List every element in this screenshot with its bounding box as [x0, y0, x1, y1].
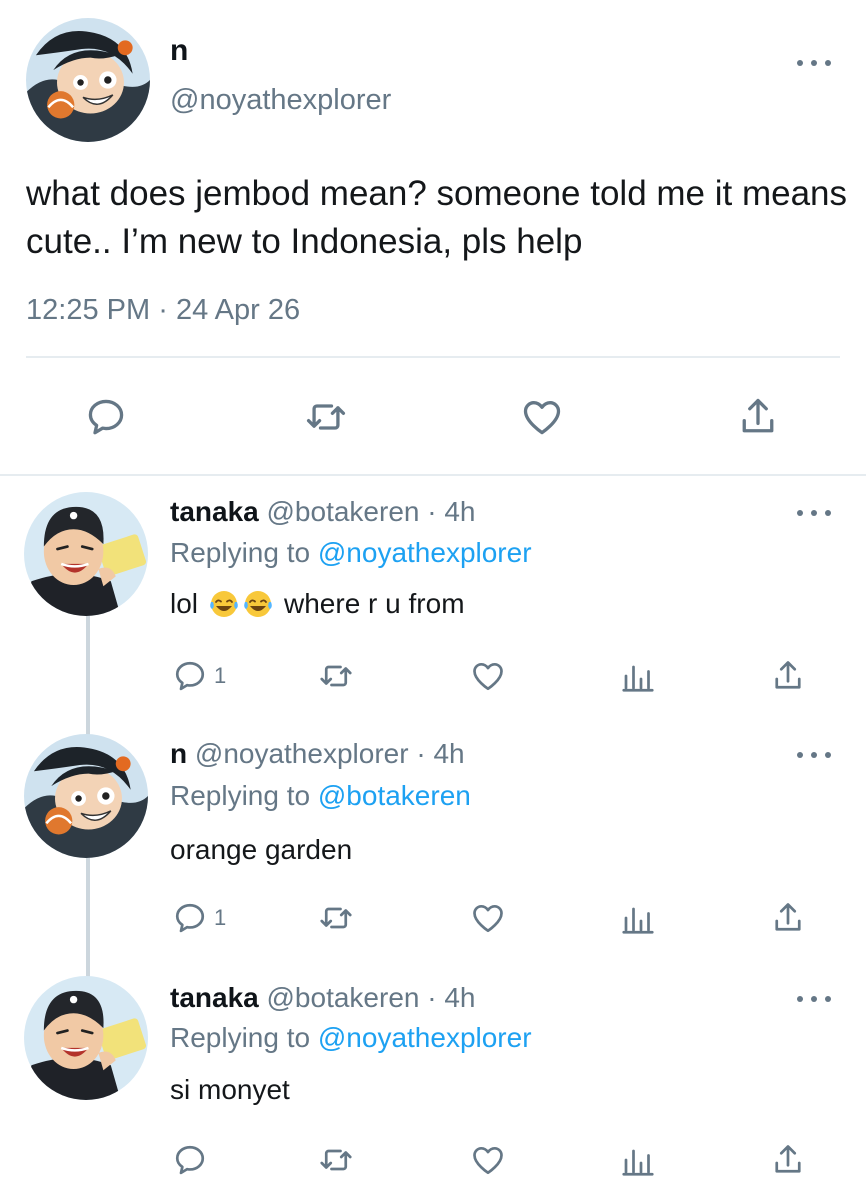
tweet-time: 12:25 PM	[26, 294, 151, 326]
reply-button[interactable]	[78, 392, 134, 442]
share-button[interactable]	[730, 392, 786, 442]
display-name[interactable]: n	[170, 738, 187, 769]
meta-separator: ·	[427, 496, 437, 527]
main-avatar[interactable]	[26, 18, 150, 142]
display-name[interactable]: tanaka	[170, 496, 259, 527]
face-with-tears-of-joy-icon	[208, 588, 240, 620]
like-icon	[470, 658, 506, 694]
share-button[interactable]	[770, 1140, 806, 1180]
replying-to: Replying to @noyathexplorer	[170, 1022, 532, 1054]
retweet-icon	[318, 658, 354, 694]
share-icon	[770, 1142, 806, 1178]
analytics-button[interactable]	[620, 1140, 656, 1180]
tweet-timestamp: 12:25 PM · 24 Apr 26	[26, 294, 300, 327]
more-options-icon[interactable]	[797, 992, 831, 1006]
retweet-button[interactable]	[318, 656, 354, 696]
display-name[interactable]: tanaka	[170, 982, 259, 1013]
reply-count: 1	[214, 663, 227, 688]
replying-to-label: Replying to	[170, 537, 318, 568]
reply-count: 1	[214, 905, 227, 930]
reply-icon	[84, 395, 128, 439]
like-icon	[470, 900, 506, 936]
tweet-date: 24 Apr 26	[175, 294, 301, 326]
analytics-icon	[620, 900, 656, 936]
reply-header: tanaka @botakeren · 4h	[170, 982, 476, 1014]
reply-button[interactable]: 1	[172, 656, 226, 696]
like-button[interactable]	[470, 898, 506, 938]
user-handle[interactable]: @botakeren	[267, 496, 420, 527]
meta-separator: ·	[158, 294, 168, 326]
share-button[interactable]	[770, 656, 806, 696]
meta-separator: ·	[416, 738, 426, 769]
reply-avatar[interactable]	[24, 734, 148, 858]
reply-text: si monyet	[170, 1074, 290, 1105]
more-options-icon[interactable]	[797, 56, 831, 70]
reply-icon	[172, 1142, 208, 1178]
more-options-icon[interactable]	[797, 506, 831, 520]
replying-to: Replying to @botakeren	[170, 780, 471, 812]
retweet-icon	[318, 900, 354, 936]
reply-age: 4h	[444, 982, 476, 1013]
analytics-button[interactable]	[620, 898, 656, 938]
divider	[26, 356, 840, 358]
like-icon	[470, 1142, 506, 1178]
reply-avatar[interactable]	[24, 976, 148, 1100]
analytics-icon	[620, 658, 656, 694]
reply-age: 4h	[433, 738, 465, 769]
face-with-tears-of-joy-icon	[242, 588, 274, 620]
reply-header: tanaka @botakeren · 4h	[170, 496, 476, 528]
reply-icon	[172, 900, 208, 936]
thread-line	[86, 610, 90, 740]
more-options-icon[interactable]	[797, 748, 831, 762]
like-icon	[520, 395, 564, 439]
replying-to-label: Replying to	[170, 780, 318, 811]
replying-to-link[interactable]: @noyathexplorer	[318, 537, 532, 568]
like-button[interactable]	[514, 392, 570, 442]
retweet-icon	[304, 395, 348, 439]
tweet-text: what does jembod mean? someone told me i…	[26, 174, 848, 261]
reply-age: 4h	[444, 496, 476, 527]
like-button[interactable]	[470, 656, 506, 696]
thread-line	[86, 852, 90, 982]
reply-header: n @noyathexplorer · 4h	[170, 738, 465, 770]
share-icon	[770, 900, 806, 936]
retweet-icon	[318, 1142, 354, 1178]
retweet-button[interactable]	[318, 1140, 354, 1180]
like-button[interactable]	[470, 1140, 506, 1180]
retweet-button[interactable]	[298, 392, 354, 442]
share-icon	[770, 658, 806, 694]
display-name[interactable]: n	[170, 34, 188, 68]
user-handle[interactable]: @noyathexplorer	[195, 738, 409, 769]
share-icon	[736, 395, 780, 439]
user-handle[interactable]: @botakeren	[267, 982, 420, 1013]
reply-icon	[172, 658, 208, 694]
reply-text-start: lol	[170, 588, 199, 619]
replying-to-link[interactable]: @botakeren	[318, 780, 471, 811]
meta-separator: ·	[427, 982, 437, 1013]
replying-to: Replying to @noyathexplorer	[170, 537, 532, 569]
replying-to-label: Replying to	[170, 1022, 318, 1053]
reply-button[interactable]: 1	[172, 898, 226, 938]
user-handle[interactable]: @noyathexplorer	[170, 84, 391, 117]
reply-text-end: where r u from	[284, 588, 465, 619]
share-button[interactable]	[770, 898, 806, 938]
replying-to-link[interactable]: @noyathexplorer	[318, 1022, 532, 1053]
reply-text: lol where r u from	[170, 588, 465, 620]
analytics-icon	[620, 1142, 656, 1178]
analytics-button[interactable]	[620, 656, 656, 696]
reply-avatar[interactable]	[24, 492, 148, 616]
divider	[0, 474, 866, 476]
reply-text: orange garden	[170, 834, 353, 865]
reply-button[interactable]	[172, 1140, 214, 1180]
retweet-button[interactable]	[318, 898, 354, 938]
